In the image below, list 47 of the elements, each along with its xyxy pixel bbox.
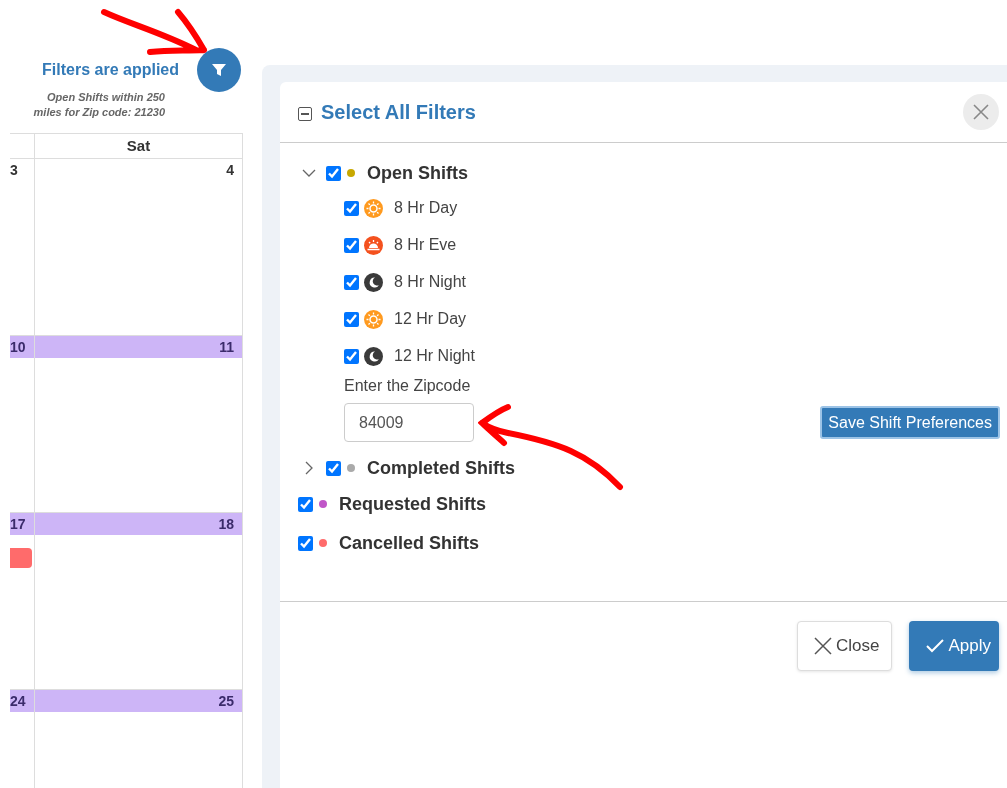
- shift-label: 12 Hr Day: [394, 310, 467, 328]
- sun-icon: [364, 309, 383, 329]
- moon-icon: [364, 272, 383, 292]
- day-number: 10: [10, 339, 26, 355]
- shift-label: 12 Hr Night: [394, 347, 475, 365]
- close-button[interactable]: Close: [797, 621, 893, 671]
- select-all-checkbox[interactable]: [298, 107, 312, 121]
- close-icon: [814, 637, 832, 655]
- shift-label: 8 Hr Eve: [394, 236, 457, 254]
- day-number: 24: [10, 693, 26, 709]
- save-preferences-button[interactable]: Save Shift Preferences: [820, 406, 1000, 439]
- checkbox[interactable]: [326, 460, 341, 476]
- day-number: 17: [10, 516, 26, 532]
- check-icon: [926, 637, 945, 655]
- sun-icon: [364, 198, 383, 218]
- checkbox[interactable]: [326, 165, 341, 181]
- sunset-icon: [364, 235, 383, 255]
- day-header: Sat: [35, 134, 243, 158]
- shift-label: 8 Hr Day: [394, 199, 458, 217]
- close-button[interactable]: [963, 94, 999, 130]
- shift-label: 8 Hr Night: [394, 273, 467, 291]
- close-icon: [972, 103, 990, 121]
- checkbox[interactable]: [344, 274, 359, 290]
- checkbox[interactable]: [344, 237, 359, 253]
- zipcode-field[interactable]: 84009: [344, 403, 474, 442]
- filter-label: Cancelled Shifts: [339, 532, 480, 554]
- checkbox[interactable]: [344, 311, 359, 327]
- day-number: 18: [218, 516, 235, 532]
- day-number: 4: [226, 162, 235, 178]
- dialog-title: Select All Filters: [321, 100, 476, 124]
- day-number: 3: [10, 162, 18, 178]
- apply-button[interactable]: Apply: [909, 621, 999, 671]
- checkbox[interactable]: [298, 535, 313, 551]
- day-number: 11: [219, 339, 235, 355]
- filter-label: Completed Shifts: [367, 457, 515, 479]
- field-label: Enter the Zipcode: [344, 377, 472, 395]
- checkbox[interactable]: [344, 200, 359, 216]
- filter-status-title: Filters are applied: [42, 61, 179, 79]
- checkbox[interactable]: [298, 496, 313, 512]
- filter-button[interactable]: [197, 48, 241, 92]
- moon-icon: [364, 346, 383, 366]
- filter-note: Open Shifts within 250 miles for Zip code: 21230: [32, 90, 165, 120]
- funnel-icon: [210, 61, 228, 79]
- day-number: 25: [218, 693, 235, 709]
- filter-label: Requested Shifts: [339, 493, 487, 515]
- filter-label: Open Shifts: [367, 162, 468, 184]
- checkbox[interactable]: [344, 348, 359, 364]
